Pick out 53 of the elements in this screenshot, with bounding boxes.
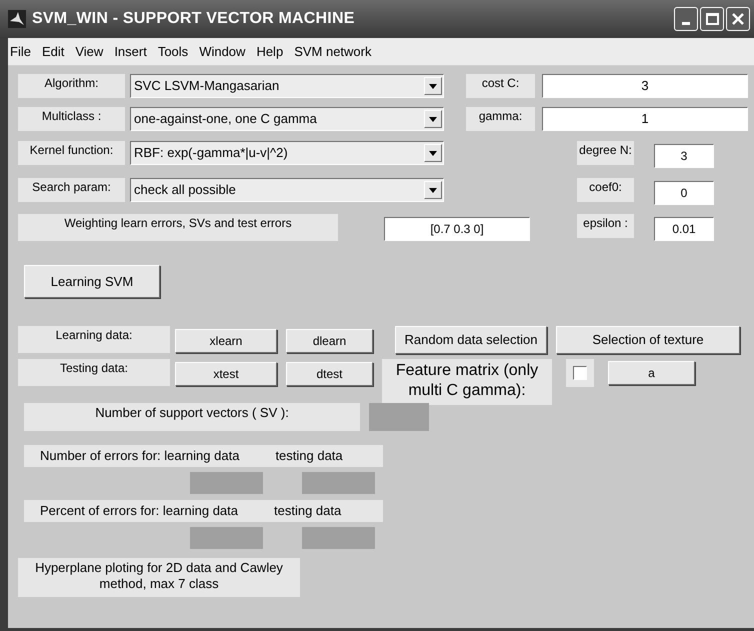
close-icon	[731, 12, 745, 26]
maximize-button[interactable]	[700, 7, 724, 31]
input-field[interactable]: 0.01	[654, 217, 714, 241]
dropdown[interactable]: one-against-one, one C gamma	[130, 107, 444, 131]
field-label: Testing data:	[18, 359, 170, 386]
field-label: Kernel function:	[18, 141, 125, 165]
menu-item[interactable]: Tools	[158, 42, 188, 62]
field-label: Algorithm:	[18, 74, 125, 98]
input-field[interactable]: 3	[542, 74, 748, 98]
menu-item[interactable]: Window	[199, 42, 246, 62]
field-label: Percent of errors for: learning data	[40, 502, 238, 520]
field-label: cost C:	[466, 74, 535, 98]
input-field[interactable]: 3	[654, 144, 714, 168]
random-selection-button[interactable]: Random data selection	[395, 326, 547, 354]
app-logo-icon	[8, 10, 26, 28]
input-field[interactable]: 0	[654, 181, 714, 205]
input-field[interactable]: 1	[542, 107, 748, 131]
menu-item[interactable]: View	[75, 42, 104, 62]
dropdown[interactable]: RBF: exp(-gamma*|u-v|^2)	[130, 141, 444, 165]
menu-item[interactable]: Insert	[114, 42, 147, 62]
minimize-button[interactable]	[674, 7, 698, 31]
hyperplane-note: Hyperplane ploting for 2D data and Cawley method, max 7 class	[18, 558, 300, 597]
menu-item[interactable]: File	[10, 42, 31, 62]
close-button[interactable]	[726, 7, 750, 31]
menu-item[interactable]: Help	[256, 42, 284, 62]
field-label: testing data	[275, 447, 343, 466]
data-button[interactable]: xtest	[175, 362, 277, 386]
field-label: Learning data:	[18, 326, 170, 353]
field-label: Number of support vectors ( SV ):	[24, 403, 360, 431]
output-box	[369, 403, 429, 431]
input-field[interactable]: [0.7 0.3 0]	[384, 217, 530, 241]
feature-matrix-field[interactable]: a	[608, 361, 695, 385]
checkbox[interactable]	[573, 366, 587, 380]
data-button[interactable]: dlearn	[286, 329, 373, 353]
field-label: coef0:	[577, 178, 634, 202]
texture-selection-button[interactable]: Selection of texture	[556, 326, 740, 354]
data-button[interactable]: dtest	[286, 362, 373, 386]
field-label: Search param:	[18, 178, 125, 202]
dropdown[interactable]: check all possible	[130, 178, 444, 202]
learning-svm-button[interactable]: Learning SVM	[24, 265, 160, 298]
menu-item[interactable]: Edit	[42, 42, 64, 62]
field-label: Multiclass :	[18, 107, 125, 131]
field-label: testing data	[274, 502, 342, 520]
window-title: SVM_WIN - SUPPORT VECTOR MACHINE	[32, 9, 355, 29]
field-label: Number of errors for: learning data	[40, 447, 240, 466]
field-label: gamma:	[466, 107, 535, 131]
dropdown[interactable]: SVC LSVM-Mangasarian	[130, 74, 444, 98]
field-label: Weighting learn errors, SVs and test errors	[18, 214, 338, 241]
field-label: degree N:	[577, 141, 634, 165]
feature-matrix-label: Feature matrix (only multi C gamma):	[382, 359, 552, 405]
data-button[interactable]: xlearn	[175, 329, 277, 353]
field-label: epsilon :	[577, 214, 634, 238]
menu-item[interactable]: SVM network	[294, 42, 372, 62]
